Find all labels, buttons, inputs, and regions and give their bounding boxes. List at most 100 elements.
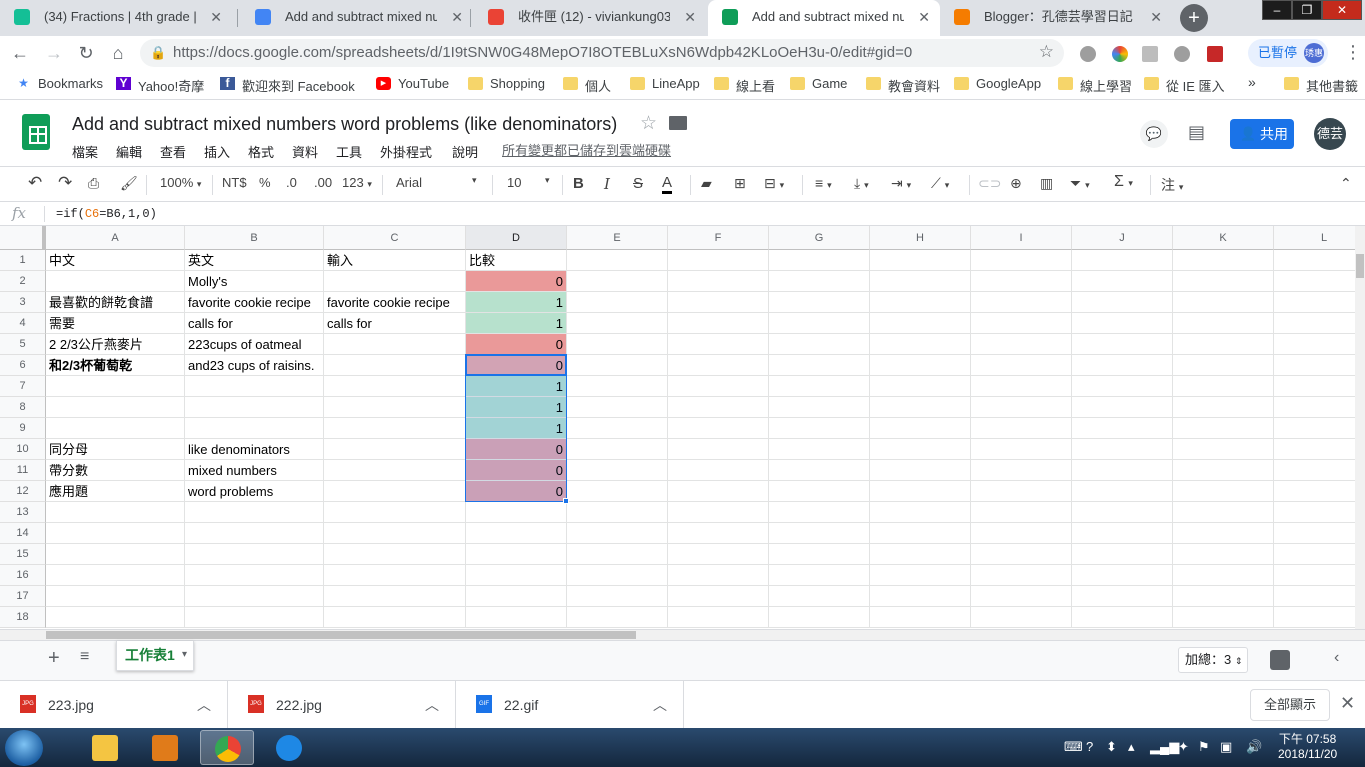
cell[interactable] bbox=[1173, 544, 1274, 565]
cell[interactable] bbox=[668, 418, 769, 439]
cell[interactable] bbox=[769, 313, 870, 334]
cell[interactable] bbox=[1274, 544, 1355, 565]
chevron-up-icon[interactable]: ︿ bbox=[653, 695, 667, 715]
cell[interactable] bbox=[466, 523, 567, 544]
cell[interactable] bbox=[971, 502, 1072, 523]
cell[interactable] bbox=[567, 376, 668, 397]
row-header[interactable]: 3 bbox=[0, 292, 46, 313]
column-header[interactable]: C bbox=[324, 226, 466, 250]
bookmark-item[interactable]: LineApp bbox=[630, 76, 700, 91]
start-button[interactable] bbox=[5, 730, 43, 766]
cell[interactable] bbox=[1274, 271, 1355, 292]
horizontal-scroll-thumb[interactable] bbox=[46, 631, 636, 639]
cell[interactable] bbox=[324, 481, 466, 502]
row-header[interactable]: 9 bbox=[0, 418, 46, 439]
cell[interactable] bbox=[324, 460, 466, 481]
cell[interactable] bbox=[46, 565, 185, 586]
row-header[interactable]: 11 bbox=[0, 460, 46, 481]
cell[interactable] bbox=[46, 376, 185, 397]
cell[interactable] bbox=[1274, 481, 1355, 502]
cell[interactable] bbox=[870, 334, 971, 355]
cell[interactable]: 1 bbox=[466, 292, 567, 313]
all-sheets-menu-icon[interactable]: ≡ bbox=[80, 648, 89, 666]
cell[interactable] bbox=[1173, 607, 1274, 628]
omnibox[interactable]: 🔒 https://docs.google.com/spreadsheets/d… bbox=[140, 39, 1064, 67]
new-tab-button[interactable]: + bbox=[1180, 4, 1208, 32]
cell[interactable] bbox=[870, 250, 971, 271]
column-header[interactable]: B bbox=[185, 226, 324, 250]
show-all-downloads-button[interactable]: 全部顯示 bbox=[1250, 689, 1330, 721]
cell[interactable]: 輸入 bbox=[324, 250, 466, 271]
cell[interactable] bbox=[185, 502, 324, 523]
cell[interactable] bbox=[185, 544, 324, 565]
close-tab-icon[interactable]: ✕ bbox=[684, 0, 696, 34]
cell[interactable] bbox=[1173, 418, 1274, 439]
cell[interactable] bbox=[185, 565, 324, 586]
side-panel-toggle-icon[interactable]: ‹ bbox=[1334, 649, 1339, 667]
cell[interactable] bbox=[324, 418, 466, 439]
chevron-up-icon[interactable]: ︿ bbox=[425, 695, 439, 715]
cell[interactable] bbox=[769, 418, 870, 439]
download-item[interactable]: JPG 222.jpg ︿ bbox=[228, 681, 456, 729]
row-header[interactable]: 10 bbox=[0, 439, 46, 460]
cell[interactable]: Molly's bbox=[185, 271, 324, 292]
cell[interactable] bbox=[870, 292, 971, 313]
cell[interactable] bbox=[1173, 250, 1274, 271]
cell[interactable] bbox=[769, 460, 870, 481]
cell[interactable] bbox=[567, 418, 668, 439]
cell[interactable] bbox=[567, 523, 668, 544]
cell[interactable] bbox=[46, 271, 185, 292]
browser-tab[interactable]: Add and subtract mixed numb ✕ bbox=[241, 0, 473, 36]
cell[interactable]: favorite cookie recipe bbox=[185, 292, 324, 313]
cell[interactable] bbox=[324, 523, 466, 544]
cell[interactable] bbox=[870, 439, 971, 460]
menu-item[interactable]: 插入 bbox=[204, 142, 230, 161]
column-header[interactable]: L bbox=[1274, 226, 1355, 250]
cell[interactable] bbox=[870, 313, 971, 334]
cell[interactable]: 同分母 bbox=[46, 439, 185, 460]
cell[interactable]: 0 bbox=[466, 334, 567, 355]
cell[interactable] bbox=[769, 439, 870, 460]
more-bookmarks-button[interactable]: » bbox=[1248, 74, 1256, 90]
cell[interactable] bbox=[1072, 250, 1173, 271]
column-header[interactable]: H bbox=[870, 226, 971, 250]
column-header[interactable]: J bbox=[1072, 226, 1173, 250]
cell[interactable] bbox=[971, 250, 1072, 271]
flag-icon[interactable]: ⚑ bbox=[1198, 739, 1210, 755]
chevron-up-icon[interactable]: ︿ bbox=[197, 695, 211, 715]
cell[interactable] bbox=[971, 271, 1072, 292]
horizontal-scrollbar[interactable] bbox=[0, 629, 1365, 640]
save-status[interactable]: 所有變更都已儲存到雲端硬碟 bbox=[502, 140, 671, 159]
cell[interactable] bbox=[870, 523, 971, 544]
cell[interactable] bbox=[567, 271, 668, 292]
row-header[interactable]: 18 bbox=[0, 607, 46, 628]
cell[interactable] bbox=[466, 607, 567, 628]
insert-chart-icon[interactable]: ▥ bbox=[1040, 175, 1053, 192]
browser-tab[interactable]: (34) Fractions | 4th grade | Ma ✕ bbox=[0, 0, 232, 36]
cell[interactable]: 0 bbox=[466, 271, 567, 292]
cell[interactable] bbox=[1072, 376, 1173, 397]
back-button[interactable]: ← bbox=[8, 41, 32, 65]
bookmark-item[interactable]: Game bbox=[790, 76, 847, 91]
download-item[interactable]: GIF 22.gif ︿ bbox=[456, 681, 684, 729]
cell[interactable] bbox=[870, 502, 971, 523]
cell[interactable] bbox=[1274, 460, 1355, 481]
taskbar-ie[interactable] bbox=[262, 730, 316, 765]
keyboard-icon[interactable]: ⌨ bbox=[1064, 739, 1083, 755]
volume-icon[interactable]: 🔊 bbox=[1246, 739, 1262, 755]
cell[interactable]: calls for bbox=[185, 313, 324, 334]
cell[interactable] bbox=[567, 355, 668, 376]
cell[interactable] bbox=[185, 376, 324, 397]
cell[interactable] bbox=[567, 565, 668, 586]
cell[interactable] bbox=[769, 523, 870, 544]
cell[interactable] bbox=[1173, 481, 1274, 502]
taskbar-explorer[interactable] bbox=[78, 730, 132, 765]
bookmark-item[interactable]: 其他書籤 bbox=[1284, 76, 1358, 95]
cell[interactable] bbox=[324, 586, 466, 607]
taskbar-media-player[interactable] bbox=[138, 730, 192, 765]
decrease-decimal-button[interactable]: .0 bbox=[286, 175, 297, 190]
cell[interactable] bbox=[1173, 460, 1274, 481]
cell[interactable] bbox=[971, 523, 1072, 544]
dropbox-tray-icon[interactable]: ✦ bbox=[1178, 739, 1189, 755]
cell[interactable] bbox=[971, 460, 1072, 481]
